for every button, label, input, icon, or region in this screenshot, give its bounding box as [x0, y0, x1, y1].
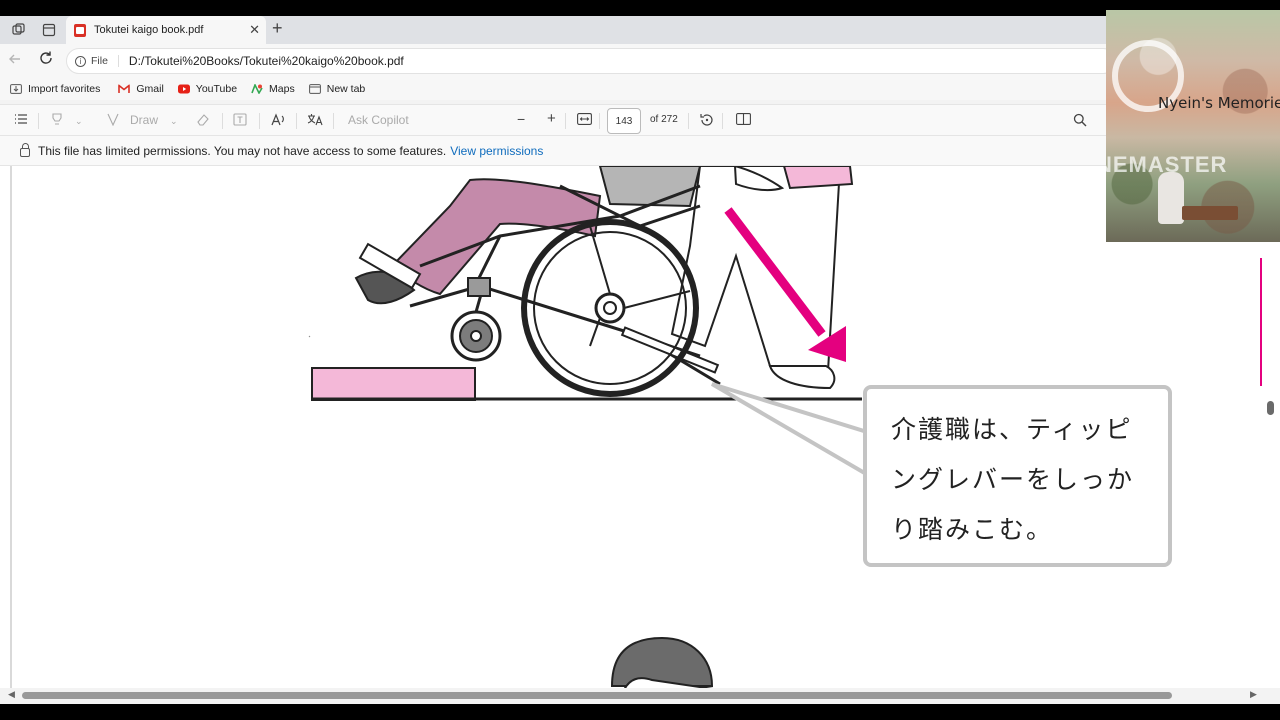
search-icon[interactable] [1073, 113, 1087, 130]
favorites-bar: Import favorites Gmail YouTube Maps New … [0, 78, 1280, 100]
toolbar-divider [222, 113, 223, 129]
new-tab-button[interactable]: + [272, 18, 283, 39]
toolbar-divider [599, 113, 600, 129]
scroll-thumb[interactable] [1267, 401, 1274, 415]
toolbar-divider [333, 113, 334, 129]
pink-step [311, 367, 476, 401]
url-text[interactable]: D:/Tokutei%20Books/Tokutei%20kaigo%20boo… [129, 54, 404, 68]
zoom-in-button[interactable]: + [547, 110, 556, 127]
favorite-new-tab[interactable]: New tab [308, 83, 366, 95]
chevron-down-icon[interactable]: ⌄ [75, 116, 83, 127]
page-count: of 272 [650, 114, 678, 125]
favorite-label: Maps [269, 83, 295, 95]
draw-label[interactable]: Draw [130, 113, 158, 127]
toolbar-divider [688, 113, 689, 129]
page-number-input[interactable]: 143 [607, 108, 641, 134]
toolbar-divider [296, 113, 297, 129]
permission-bar: This file has limited permissions. You m… [0, 136, 1280, 166]
workspaces-icon[interactable] [8, 20, 30, 40]
child-head [610, 636, 721, 690]
eraser-icon[interactable] [196, 113, 210, 129]
video-overlay-thumbnail: Nyein's Memories KINEMASTER [1106, 10, 1280, 242]
favorite-label: Import favorites [28, 83, 101, 95]
favorite-maps[interactable]: Maps [251, 83, 295, 95]
speech-bubble: 介護職は、ティッピ ングレバーをしっか り踏みこむ。 [863, 385, 1172, 567]
toolbar-divider [259, 113, 260, 129]
tab-pdf[interactable]: Tokutei kaigo book.pdf ✕ [66, 16, 266, 44]
favorite-import[interactable]: Import favorites [10, 83, 100, 95]
permission-message: This file has limited permissions. You m… [38, 143, 447, 158]
draw-icon[interactable] [106, 113, 120, 129]
browser-window: Tokutei kaigo book.pdf ✕ + i File D:/Tok… [0, 16, 1280, 704]
youtube-icon [177, 84, 190, 94]
toolbar-divider [38, 113, 39, 129]
favorite-gmail[interactable]: Gmail [118, 83, 164, 95]
ask-copilot-button[interactable]: Ask Copilot [348, 113, 409, 127]
bubble-line: ングレバーをしっか [891, 465, 1135, 494]
tab-actions-icon[interactable] [38, 20, 60, 40]
scroll-thumb[interactable] [22, 692, 1172, 699]
reload-icon[interactable] [38, 50, 54, 71]
overlay-watermark: KINEMASTER [1106, 152, 1228, 177]
address-bar[interactable]: i File D:/Tokutei%20Books/Tokutei%20kaig… [66, 48, 1116, 74]
horizontal-scrollbar[interactable]: ◀ ▶ [0, 688, 1280, 704]
pdf-file-icon [74, 23, 86, 37]
pdf-toolbar: ⌄ Draw ⌄ Ask Copilot − + 143 of 272 [0, 104, 1280, 136]
read-aloud-icon[interactable] [271, 113, 286, 129]
view-permissions-link[interactable]: View permissions [450, 144, 543, 158]
page-view-icon[interactable] [736, 113, 751, 128]
new-tab-icon [308, 84, 321, 94]
toolbar-divider [565, 113, 566, 129]
chevron-down-icon[interactable]: ⌄ [170, 116, 178, 127]
bubble-line: り踏みこむ。 [891, 515, 1054, 544]
translate-icon[interactable] [307, 113, 323, 129]
zoom-out-button[interactable]: − [517, 111, 525, 127]
vertical-scrollbar[interactable] [1262, 166, 1280, 690]
overlay-title: Nyein's Memories [1158, 94, 1280, 112]
pdf-viewport[interactable]: 介護職は、ティッピ ングレバーをしっか り踏みこむ。 [0, 166, 1280, 690]
contents-list-icon[interactable] [14, 113, 28, 128]
maps-icon [251, 84, 263, 94]
lock-icon [20, 142, 30, 157]
favorite-label: YouTube [195, 83, 238, 95]
rotate-icon[interactable] [699, 113, 714, 130]
scroll-right-icon[interactable]: ▶ [1250, 689, 1257, 700]
favorite-label: Gmail [136, 83, 164, 95]
favorite-youtube[interactable]: YouTube [177, 83, 238, 95]
info-icon[interactable]: i [75, 55, 86, 67]
tab-close-icon[interactable]: ✕ [249, 22, 260, 38]
photo-person [1158, 172, 1184, 224]
address-row: i File D:/Tokutei%20Books/Tokutei%20kaig… [0, 44, 1280, 78]
tab-strip: Tokutei kaigo book.pdf ✕ + [0, 16, 1280, 44]
tab-title: Tokutei kaigo book.pdf [94, 24, 204, 36]
toolbar-divider [722, 113, 723, 129]
bubble-line: 介護職は、ティッピ [891, 415, 1133, 444]
gmail-icon [118, 84, 131, 93]
text-box-icon[interactable] [233, 113, 247, 129]
photo-bench [1182, 206, 1238, 220]
back-arrow-icon[interactable] [8, 52, 22, 70]
favorite-label: New tab [326, 83, 366, 95]
file-scheme-chip: File [91, 55, 119, 67]
import-icon [10, 84, 22, 94]
fit-width-icon[interactable] [577, 113, 592, 128]
screen: Tokutei kaigo book.pdf ✕ + i File D:/Tok… [0, 0, 1280, 720]
scroll-left-icon[interactable]: ◀ [8, 689, 15, 700]
highlight-icon[interactable] [50, 113, 64, 129]
